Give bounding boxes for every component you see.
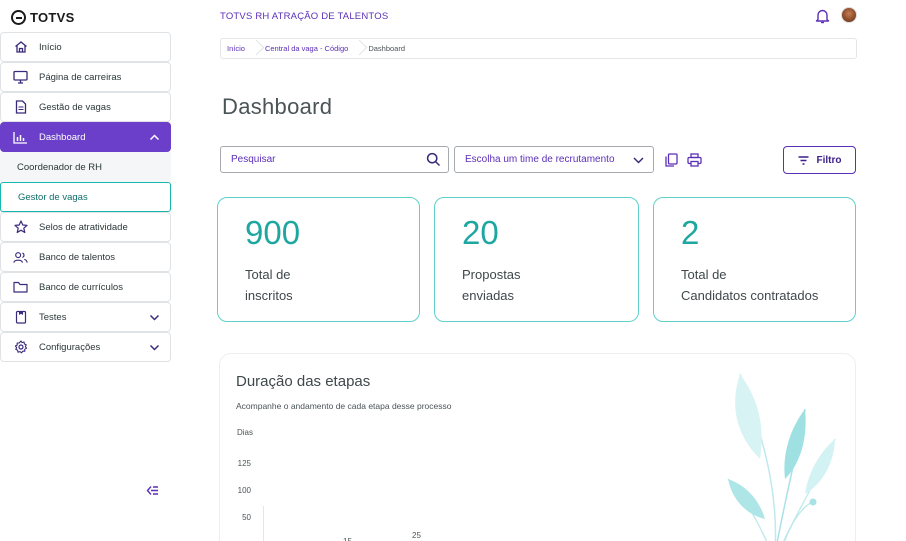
totvs-logo[interactable]: TOTVS	[11, 8, 75, 26]
stat-label-line: inscritos	[245, 288, 293, 303]
chart-icon	[13, 130, 28, 145]
sidebar-subitem-gestor-vagas[interactable]: Gestor de vagas	[0, 182, 171, 212]
filter-button[interactable]: Filtro	[783, 146, 856, 174]
sidebar-item-inicio[interactable]: Início	[0, 32, 171, 62]
chevron-down-icon[interactable]	[149, 342, 160, 353]
stat-label-line: enviadas	[462, 288, 515, 303]
stat-value: 20	[462, 214, 499, 251]
clipboard-icon	[13, 310, 28, 325]
sidebar-item-dashboard[interactable]: Dashboard	[0, 122, 171, 152]
y-tick-label: 100	[237, 486, 251, 495]
sidebar-item-configuracoes[interactable]: Configurações	[0, 332, 171, 362]
search-icon[interactable]	[426, 152, 441, 167]
copy-icon[interactable]	[665, 153, 678, 167]
sidebar-item-pagina-carreiras[interactable]: Página de carreiras	[0, 62, 171, 92]
stat-card-contratados: 2 Total de Candidatos contratados	[653, 197, 856, 322]
sidebar-item-gestao-vagas[interactable]: Gestão de vagas	[0, 92, 171, 122]
stat-card-propostas: 20 Propostas enviadas	[434, 197, 639, 322]
y-axis-line	[263, 506, 264, 541]
y-axis-title: Dias	[237, 428, 254, 437]
stat-label-line: Total de	[245, 267, 291, 282]
breadcrumb-item-inicio[interactable]: Início	[227, 44, 245, 53]
chevron-up-icon[interactable]	[149, 132, 160, 143]
breadcrumb-current: Dashboard	[368, 44, 406, 53]
filter-icon	[798, 155, 808, 165]
stat-label-line: Total de	[681, 267, 727, 282]
y-tick-label: 50	[242, 513, 251, 522]
sidebar-nav: Início Página de carreiras Gestão de vag…	[0, 32, 171, 362]
breadcrumb-item-central-vaga[interactable]: Central da vaga - Código	[265, 44, 348, 53]
data-label: 15	[343, 537, 352, 541]
stat-label-line: Candidatos contratados	[681, 288, 819, 303]
breadcrumb: Início Central da vaga - Código Dashboar…	[220, 38, 857, 59]
search-input[interactable]: Pesquisar	[220, 146, 449, 173]
stage-duration-panel: Duração das etapas Acompanhe o andamento…	[219, 353, 856, 541]
notification-bell-icon[interactable]	[815, 8, 830, 24]
sidebar-item-label: Dashboard	[39, 131, 86, 143]
sidebar-subitem-label: Coordenador de RH	[17, 161, 103, 173]
stat-label: Propostas enviadas	[462, 264, 521, 306]
sidebar-item-label: Banco de currículos	[39, 281, 123, 293]
folder-icon	[13, 280, 28, 295]
recruitment-team-select[interactable]: Escolha um time de recrutamento	[454, 146, 654, 173]
stat-card-inscritos: 900 Total de inscritos	[217, 197, 420, 322]
stat-label: Total de Candidatos contratados	[681, 264, 818, 306]
breadcrumb-separator	[354, 38, 362, 59]
home-icon	[13, 40, 28, 55]
collapse-sidebar-icon[interactable]	[146, 485, 159, 496]
y-tick-label: 125	[237, 459, 251, 468]
sidebar-item-label: Início	[39, 41, 62, 53]
page-title: Dashboard	[222, 94, 333, 119]
sidebar-item-label: Configurações	[39, 341, 101, 353]
sidebar-item-testes[interactable]: Testes	[0, 302, 171, 332]
totvs-logo-icon	[11, 9, 26, 25]
sidebar-item-banco-curriculos[interactable]: Banco de currículos	[0, 272, 171, 302]
chevron-down-icon[interactable]	[149, 312, 160, 323]
logo-text: TOTVS	[30, 9, 75, 25]
sidebar-subitem-label: Gestor de vagas	[18, 191, 88, 203]
monitor-icon	[13, 70, 28, 85]
document-icon	[13, 100, 28, 115]
data-label: 25	[412, 531, 421, 540]
print-icon[interactable]	[687, 153, 702, 167]
star-icon	[13, 220, 28, 235]
sidebar-item-label: Gestão de vagas	[39, 101, 111, 113]
search-placeholder: Pesquisar	[231, 154, 276, 165]
app-title: TOTVS RH ATRAÇÃO DE TALENTOS	[220, 11, 389, 22]
sidebar-subitem-coordenador-rh[interactable]: Coordenador de RH	[0, 152, 171, 182]
stat-label: Total de inscritos	[245, 264, 293, 306]
chevron-down-icon	[633, 157, 644, 164]
sidebar-item-label: Página de carreiras	[39, 71, 122, 83]
gear-icon	[13, 340, 28, 355]
filter-button-label: Filtro	[816, 154, 842, 166]
stat-value: 900	[245, 214, 301, 251]
panel-subtitle: Acompanhe o andamento de cada etapa dess…	[236, 401, 452, 411]
panel-title: Duração das etapas	[236, 373, 371, 390]
sidebar-item-label: Banco de talentos	[39, 251, 116, 263]
decorative-plant-illustration	[727, 373, 836, 541]
users-icon	[13, 250, 28, 265]
sidebar-item-banco-talentos[interactable]: Banco de talentos	[0, 242, 171, 272]
sidebar: TOTVS Início Página de carreiras Gestão …	[0, 0, 171, 508]
recruitment-team-select-value: Escolha um time de recrutamento	[465, 154, 615, 165]
stat-label-line: Propostas	[462, 267, 521, 282]
sidebar-item-label: Testes	[39, 311, 67, 323]
sidebar-item-label: Selos de atratividade	[39, 221, 128, 233]
stat-value: 2	[681, 214, 700, 251]
sidebar-item-selos-atratividade[interactable]: Selos de atratividade	[0, 212, 171, 242]
breadcrumb-separator	[251, 38, 259, 59]
user-avatar[interactable]	[841, 7, 857, 23]
